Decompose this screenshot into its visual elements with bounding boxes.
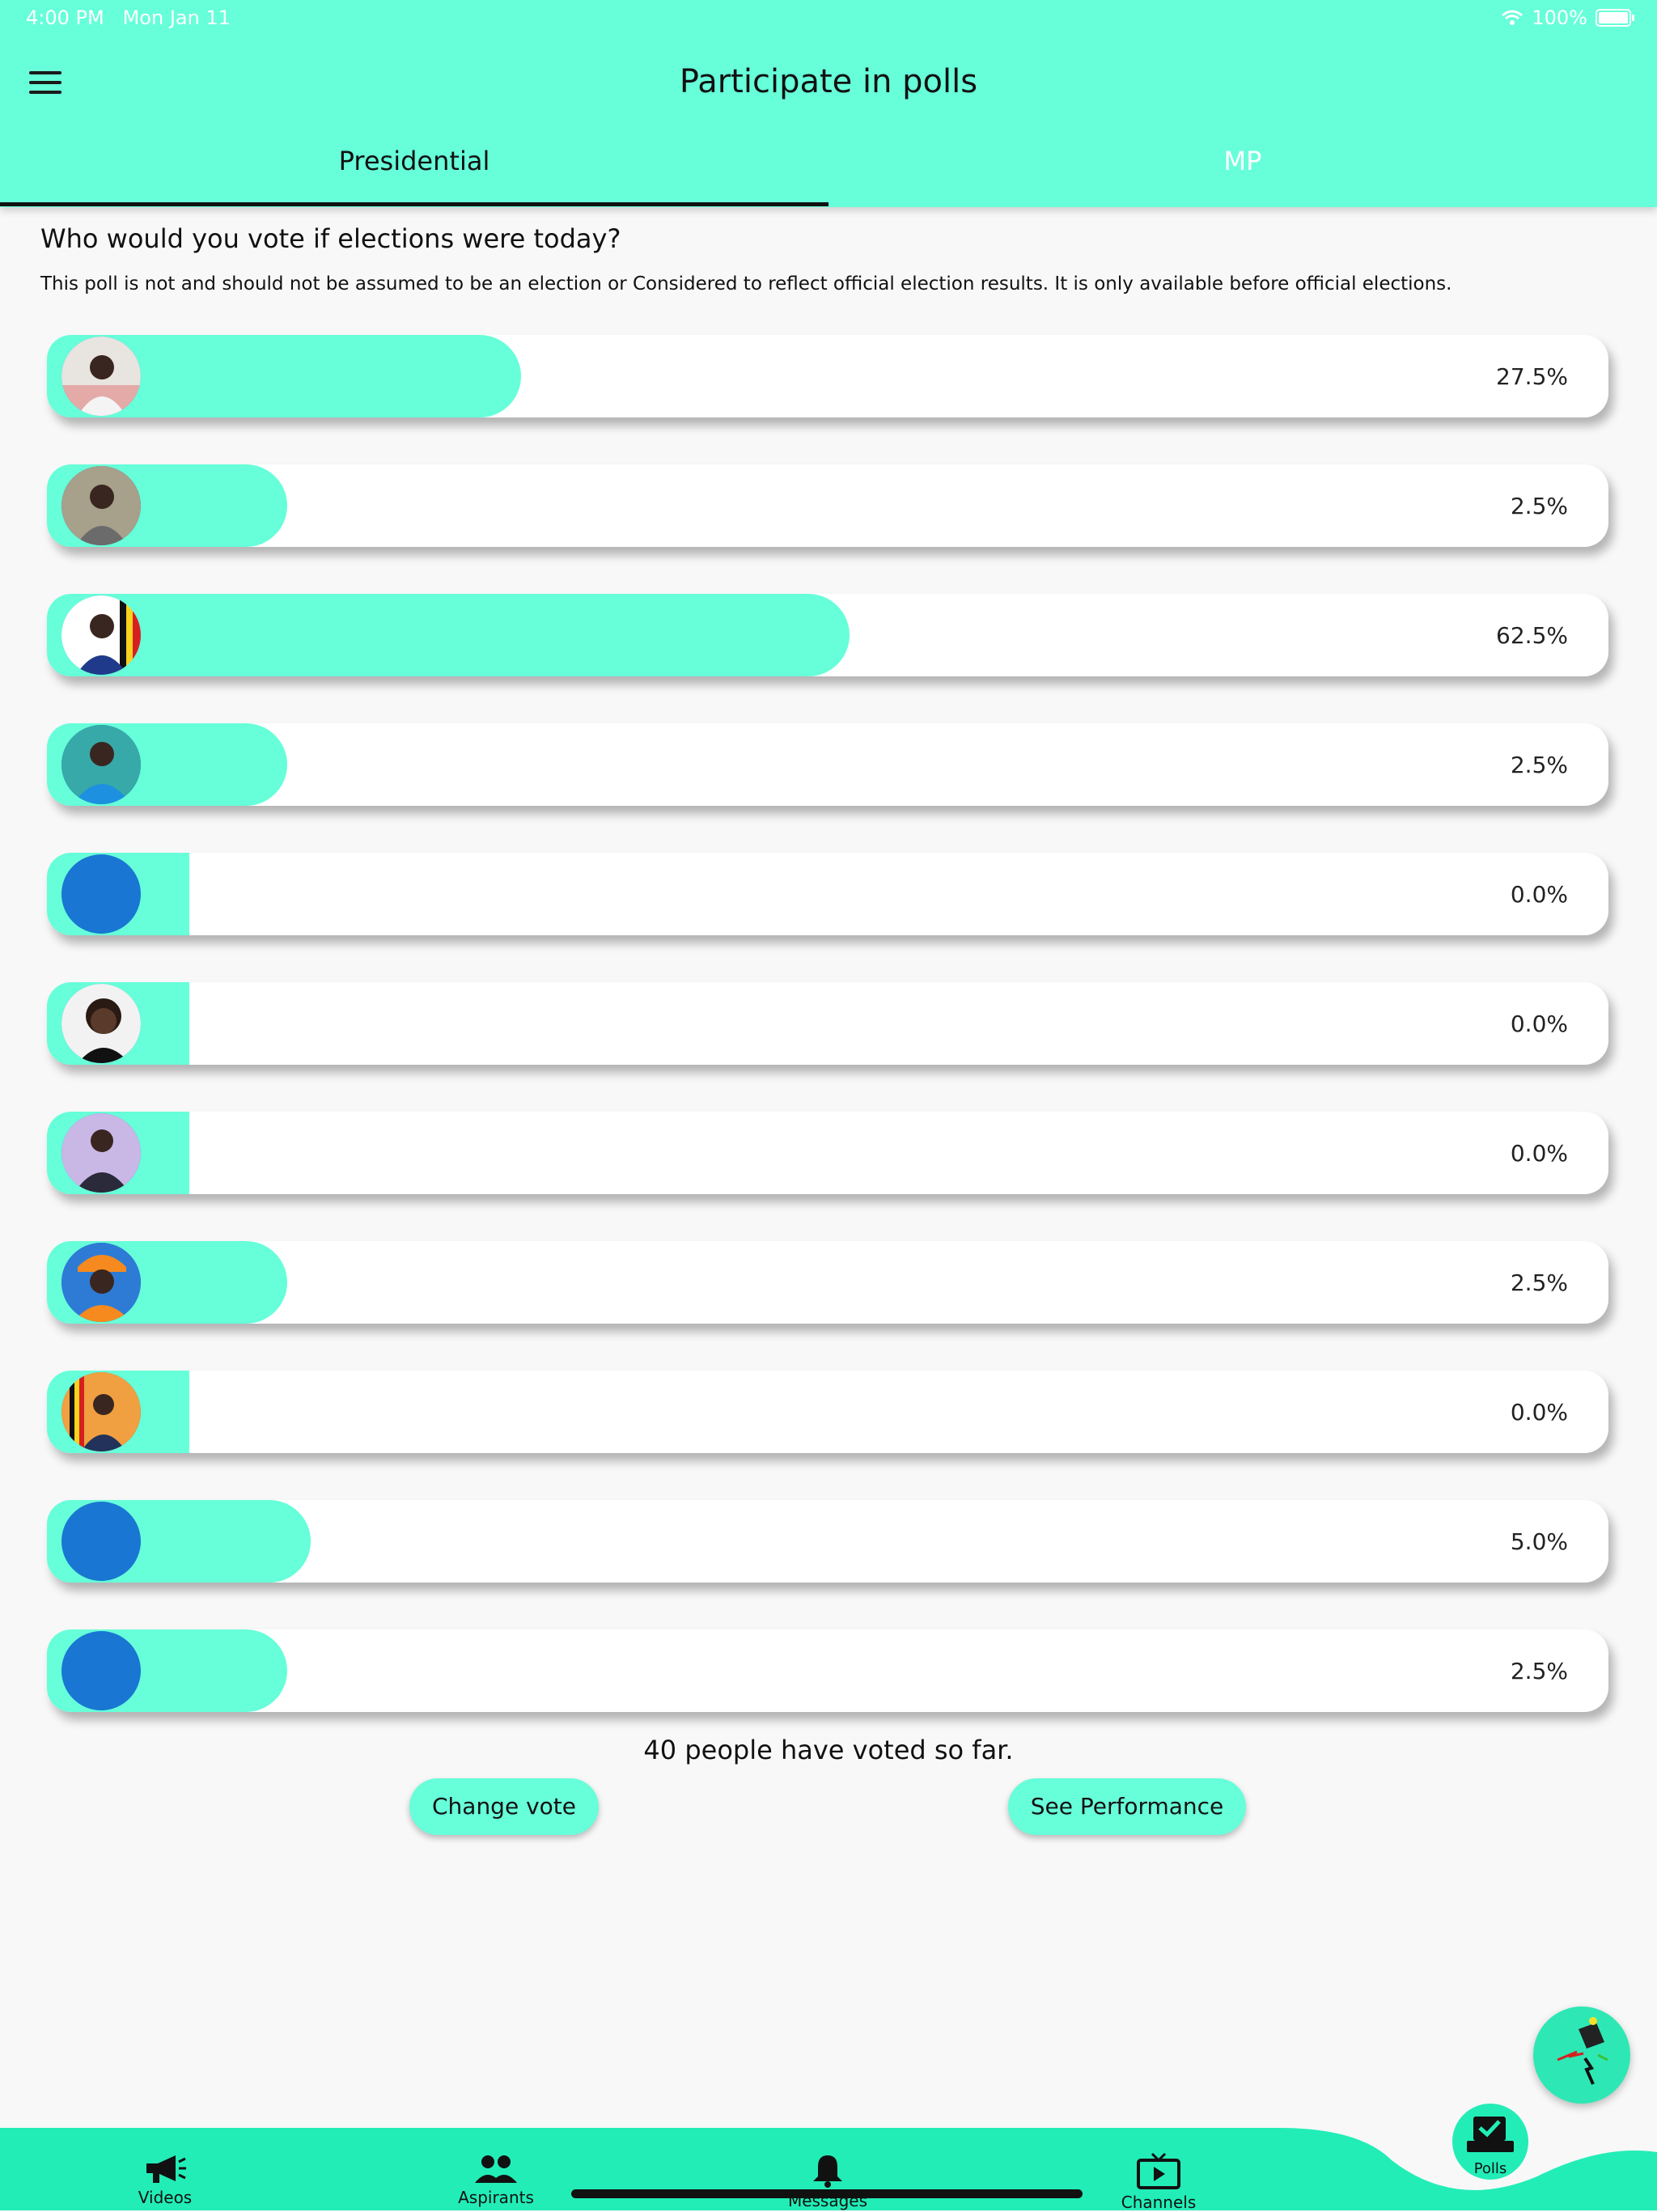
- home-indicator: [571, 2189, 1083, 2198]
- poll-option[interactable]: 62.5%: [47, 594, 1608, 676]
- poll-option[interactable]: 2.5%: [47, 1241, 1608, 1324]
- candidate-avatar: [61, 337, 141, 416]
- candidate-avatar: [61, 595, 141, 675]
- nav-label: Channels: [1121, 2193, 1197, 2212]
- vote-count-text: 40 people have voted so far.: [643, 1735, 1014, 1765]
- poll-percentage: 0.0%: [1510, 1011, 1568, 1037]
- status-time: 4:00 PM Mon Jan 11: [26, 6, 231, 29]
- candidate-avatar: [61, 1243, 141, 1322]
- battery-icon: [1596, 9, 1634, 27]
- nav-messages[interactable]: Messages: [747, 2152, 909, 2210]
- poll-percentage: 0.0%: [1510, 1399, 1568, 1426]
- change-vote-button[interactable]: Change vote: [409, 1778, 599, 1835]
- see-performance-button[interactable]: See Performance: [1008, 1778, 1246, 1835]
- poll-option[interactable]: 2.5%: [47, 1629, 1608, 1712]
- candidate-avatar: [61, 984, 141, 1063]
- candidate-avatar-placeholder: [61, 1502, 141, 1581]
- app-header: 4:00 PM Mon Jan 11 100% Participate in p…: [0, 0, 1657, 207]
- poll-option[interactable]: 0.0%: [47, 1371, 1608, 1453]
- candidate-avatar-placeholder: [61, 1631, 141, 1710]
- poll-option[interactable]: 2.5%: [47, 723, 1608, 806]
- poll-percentage: 2.5%: [1510, 752, 1568, 778]
- nav-aspirants[interactable]: Aspirants: [415, 2152, 577, 2207]
- battery-percent: 100%: [1532, 6, 1587, 29]
- candidate-avatar: [61, 1113, 141, 1193]
- candidate-avatar: [61, 725, 141, 804]
- bell-icon: [813, 2155, 842, 2188]
- wifi-icon: [1502, 10, 1524, 25]
- poll-disclaimer: This poll is not and should not be assum…: [40, 273, 1452, 295]
- nav-label: Videos: [138, 2188, 193, 2207]
- poll-percentage: 2.5%: [1510, 1658, 1568, 1684]
- poll-percentage: 2.5%: [1510, 1269, 1568, 1296]
- poll-option[interactable]: 0.0%: [47, 982, 1608, 1065]
- candidate-avatar: [61, 1372, 141, 1451]
- tab-presidential[interactable]: Presidential: [0, 146, 828, 176]
- page-title: Participate in polls: [679, 63, 978, 100]
- poll-percentage: 62.5%: [1496, 622, 1568, 649]
- poll-option[interactable]: 0.0%: [47, 853, 1608, 935]
- poll-percentage: 0.0%: [1510, 881, 1568, 908]
- candidate-avatar-placeholder: [61, 854, 141, 934]
- nav-label-polls: Polls: [1473, 2160, 1507, 2177]
- bell-lightning-icon: [1557, 2017, 1608, 2085]
- poll-option[interactable]: 2.5%: [47, 464, 1608, 547]
- megaphone-icon: [146, 2155, 186, 2183]
- tv-play-icon: [1137, 2152, 1180, 2189]
- poll-question: Who would you vote if elections were tod…: [40, 223, 621, 254]
- people-icon: [475, 2155, 517, 2183]
- nav-label: Aspirants: [458, 2188, 534, 2207]
- poll-option[interactable]: 5.0%: [47, 1500, 1608, 1583]
- nav-channels[interactable]: Channels: [1078, 2152, 1240, 2212]
- poll-option[interactable]: 27.5%: [47, 335, 1608, 417]
- candidate-avatar: [61, 466, 141, 545]
- poll-percentage: 5.0%: [1510, 1528, 1568, 1555]
- active-tab-indicator: [0, 202, 828, 206]
- poll-percentage: 0.0%: [1510, 1140, 1568, 1167]
- status-bar: 4:00 PM Mon Jan 11 100%: [26, 6, 1634, 32]
- poll-option[interactable]: 0.0%: [47, 1112, 1608, 1194]
- poll-percentage: 2.5%: [1510, 493, 1568, 519]
- tab-mp[interactable]: MP: [828, 146, 1657, 176]
- poll-fill: [47, 594, 850, 676]
- poll-percentage: 27.5%: [1496, 363, 1568, 390]
- nav-videos[interactable]: Videos: [84, 2152, 246, 2207]
- status-right: 100%: [1501, 6, 1634, 29]
- broadcast-fab-button[interactable]: [1533, 2006, 1630, 2104]
